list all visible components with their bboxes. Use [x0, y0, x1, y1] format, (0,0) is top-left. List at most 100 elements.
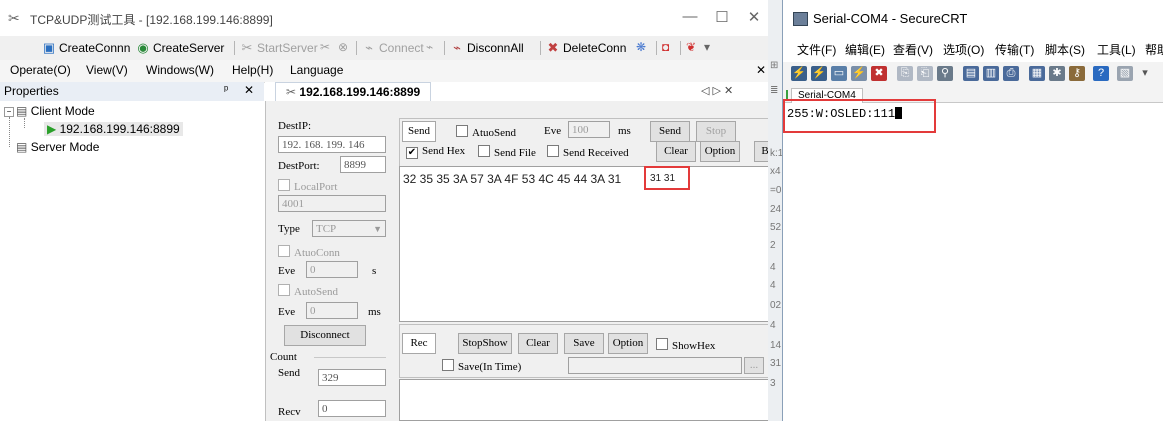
- count-label: Count: [270, 351, 297, 363]
- auto-send-checkbox[interactable]: AutoSend: [278, 284, 338, 298]
- server-tool-icon-1[interactable]: ✂: [320, 40, 330, 54]
- tree-server-mode[interactable]: ▤ Server Mode: [16, 140, 99, 154]
- strip-text: 14: [770, 340, 782, 351]
- send-button[interactable]: Send: [650, 121, 690, 142]
- copy-icon[interactable]: ⎘: [897, 66, 913, 81]
- recv-count-label: Recv: [278, 406, 301, 418]
- auto-conn-checkbox[interactable]: AtuoConn: [278, 245, 340, 259]
- properties-close-icon[interactable]: ✕: [244, 83, 254, 97]
- crt-menu-script[interactable]: 脚本(S): [1045, 41, 1085, 58]
- menu-view[interactable]: View(V): [86, 63, 128, 77]
- disconnect-icon[interactable]: ❦: [686, 40, 696, 54]
- connect-button[interactable]: ⌁ Connect: [362, 40, 424, 56]
- dest-port-input[interactable]: 8899: [340, 156, 386, 173]
- connect-icon[interactable]: ⚡: [791, 66, 807, 81]
- crt-menu-tools[interactable]: 工具(L): [1097, 41, 1136, 58]
- pin-icon[interactable]: ᵖ: [224, 84, 228, 96]
- keymap-icon[interactable]: ▧: [1117, 66, 1133, 81]
- disconnect-icon[interactable]: ✖: [871, 66, 887, 81]
- create-server-icon: ◉: [137, 40, 149, 55]
- quick-connect-icon[interactable]: ⚡: [811, 66, 827, 81]
- stop-button[interactable]: Stop: [696, 121, 736, 142]
- crt-menu-options[interactable]: 选项(O): [943, 41, 984, 58]
- eve-input[interactable]: 0: [306, 261, 358, 278]
- send-clear-button[interactable]: Clear: [656, 141, 696, 162]
- paste-icon[interactable]: ⎗: [917, 66, 933, 81]
- menu-language[interactable]: Language: [290, 63, 343, 77]
- minimize-button[interactable]: —: [678, 8, 702, 25]
- send-hex-checkbox[interactable]: ✔ Send Hex: [406, 145, 465, 159]
- toolbar-overflow-icon[interactable]: ▾: [704, 40, 710, 54]
- strip-text: 24: [770, 204, 782, 215]
- create-server-button[interactable]: ◉ CreateServer: [136, 40, 224, 56]
- browse-button[interactable]: ...: [744, 357, 764, 374]
- delete-conn-button[interactable]: ✖ DeleteConn: [546, 40, 627, 56]
- crt-menu-transfer[interactable]: 传输(T): [995, 41, 1034, 58]
- rec-save-button[interactable]: Save: [564, 333, 604, 354]
- strip-text: 4: [770, 280, 776, 291]
- key-icon[interactable]: ⚷: [1069, 66, 1085, 81]
- dest-ip-input[interactable]: 192. 168. 199. 146: [278, 136, 386, 153]
- strip-text: 31: [770, 358, 782, 369]
- disconnect-button[interactable]: Disconnect: [284, 325, 366, 346]
- securecrt-app-icon: [793, 12, 808, 26]
- reconnect-icon[interactable]: ⚡: [851, 66, 867, 81]
- menu-windows[interactable]: Windows(W): [146, 63, 214, 77]
- network-icon[interactable]: ❋: [636, 40, 646, 54]
- crt-menu-help[interactable]: 帮助: [1145, 41, 1163, 58]
- send-eve-label: Eve: [544, 125, 562, 137]
- tree-client-connection[interactable]: ▶ 192.168.199.146:8899: [44, 122, 183, 136]
- eve-ms-input[interactable]: 0: [306, 302, 358, 319]
- menu-help[interactable]: Help(H): [232, 63, 273, 77]
- print-icon[interactable]: ▥: [983, 66, 999, 81]
- find-icon[interactable]: ⚲: [937, 66, 953, 81]
- local-port-checkbox[interactable]: LocalPort: [278, 179, 337, 193]
- securecrt-title: Serial-COM4 - SecureCRT: [813, 11, 968, 26]
- toolbar-overflow-icon[interactable]: ▾: [1137, 66, 1153, 81]
- tree-client-mode[interactable]: ▤ Client Mode: [16, 104, 95, 118]
- auto-send-interval-checkbox[interactable]: AtuoSend: [456, 125, 516, 139]
- local-port-input[interactable]: 4001: [278, 195, 386, 212]
- save-in-time-checkbox[interactable]: Save(In Time): [442, 359, 521, 373]
- connect-tab-icon[interactable]: ▭: [831, 66, 847, 81]
- help-icon[interactable]: ?: [1093, 66, 1109, 81]
- connect-extra-icon[interactable]: ⌁: [426, 40, 433, 54]
- maximize-button[interactable]: ☐: [710, 8, 734, 26]
- close-button[interactable]: ✕: [742, 8, 766, 26]
- send-interval-input[interactable]: 100: [568, 121, 610, 138]
- disconn-all-button[interactable]: ⌁ DisconnAll: [450, 40, 524, 56]
- crt-menu-view[interactable]: 查看(V): [893, 41, 933, 58]
- printer-icon[interactable]: ⎙: [1003, 66, 1019, 81]
- session-options-icon[interactable]: ▦: [1029, 66, 1045, 81]
- stop-icon[interactable]: ◘: [662, 40, 669, 54]
- menu-close-icon[interactable]: ✕: [756, 63, 766, 77]
- send-file-checkbox[interactable]: Send File: [478, 145, 536, 159]
- send-textarea[interactable]: 32 35 35 3A 57 3A 4F 53 4C 45 44 3A 31 3…: [399, 166, 780, 322]
- save-path-input[interactable]: [568, 357, 742, 374]
- crt-menu-file[interactable]: 文件(F): [797, 41, 836, 58]
- create-conn-button[interactable]: ▣ CreateConnn: [42, 40, 131, 56]
- start-server-button[interactable]: ✂ StartServer: [240, 40, 318, 56]
- menu-operate[interactable]: Operate(O): [10, 63, 71, 77]
- highlight-box-terminal: [783, 99, 936, 133]
- crt-menu-edit[interactable]: 编辑(E): [845, 41, 885, 58]
- connection-icon: ✂: [286, 85, 297, 99]
- rec-clear-button[interactable]: Clear: [518, 333, 558, 354]
- tab-connection[interactable]: ✂ 192.168.199.146:8899: [275, 82, 432, 102]
- rec-option-button[interactable]: Option: [608, 333, 648, 354]
- send-option-button[interactable]: Option: [700, 141, 740, 162]
- stop-show-button[interactable]: StopShow: [458, 333, 512, 354]
- send-received-checkbox[interactable]: Send Received: [547, 145, 629, 159]
- highlight-box-send-data: [644, 166, 690, 190]
- tree-collapse-icon[interactable]: −: [4, 107, 14, 117]
- receive-textarea[interactable]: [399, 379, 780, 421]
- server-tool-icon-2[interactable]: ⊗: [338, 40, 348, 54]
- show-hex-checkbox[interactable]: ShowHex: [656, 338, 715, 352]
- settings-icon[interactable]: ✱: [1049, 66, 1065, 81]
- tab-nav-controls[interactable]: ◁ ▷ ✕: [701, 84, 733, 97]
- terminal-area[interactable]: 255:W:OSLED:111: [783, 99, 1163, 421]
- folder-icon: ▤: [16, 104, 28, 118]
- type-select[interactable]: TCP ▼: [312, 220, 386, 237]
- print-setup-icon[interactable]: ▤: [963, 66, 979, 81]
- eve-unit: s: [372, 265, 377, 277]
